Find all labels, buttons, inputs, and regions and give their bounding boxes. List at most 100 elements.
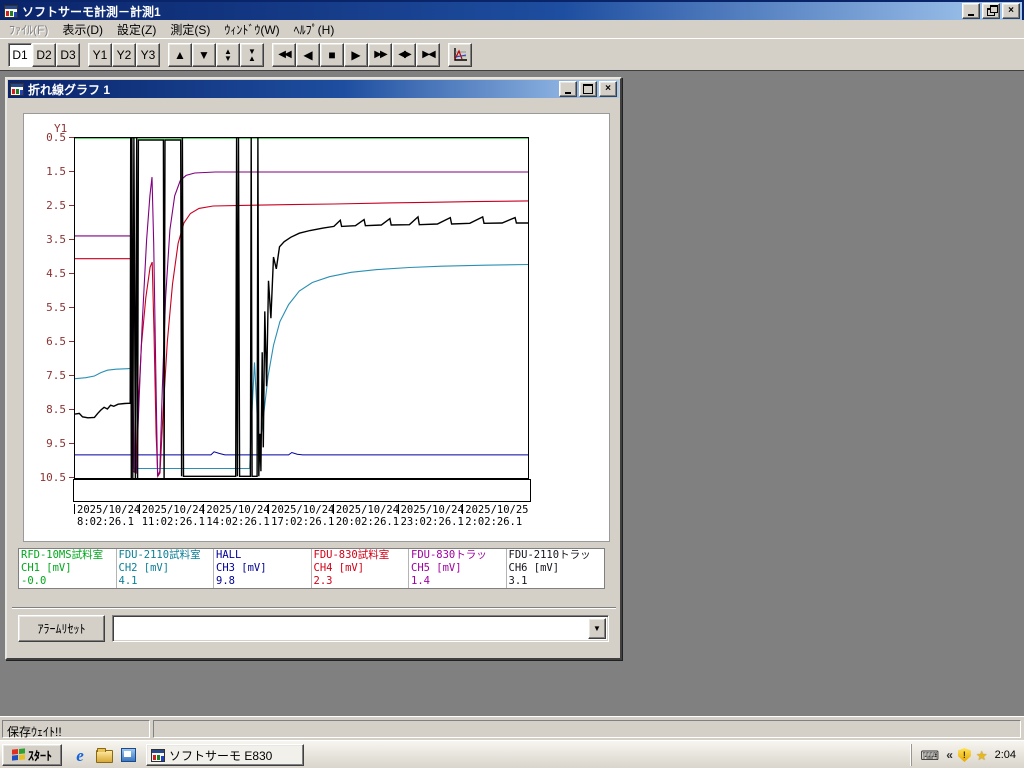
alarm-reset-button[interactable]: ｱﾗｰﾑﾘｾｯﾄ <box>18 615 105 642</box>
chart-window-client: Y1 0.5 1.5 2.5 3.5 4.5 5.5 6.5 7.5 8.5 9.5 10.5 20… <box>8 99 619 658</box>
y-tick-label-7.5: 7.5 <box>46 369 66 382</box>
folder-icon <box>95 748 113 763</box>
y-tick-label-4.5: 4.5 <box>46 267 66 280</box>
taskbar-app-button[interactable]: ソフトサーモ E830 <box>146 744 304 766</box>
y-tick-label-0.5: 0.5 <box>46 131 66 144</box>
x-tick-mark <box>397 504 399 514</box>
step-back-button[interactable]: ◀ <box>296 42 320 67</box>
x-tick-date: 2025/10/25 <box>465 504 529 516</box>
fast-forward-button[interactable]: ▶▶ <box>368 42 392 67</box>
legend-val: 3.1 <box>508 575 528 587</box>
y-tick-label-2.5: 2.5 <box>46 199 66 212</box>
menu-view[interactable]: 表示(D) <box>55 20 110 39</box>
chart-maximize-button[interactable] <box>579 81 597 97</box>
quicklaunch-desktop-button[interactable] <box>118 745 138 765</box>
x-tick-date: 2025/10/24 <box>141 504 205 516</box>
legend-ch: CH4 [mV] <box>313 562 365 574</box>
system-tray: ⌨ « ! ★ 2:04 <box>911 744 1022 766</box>
legend-name: FDU-2110試料室 <box>118 549 201 561</box>
quicklaunch-ie-button[interactable]: e <box>70 745 90 765</box>
minimize-icon <box>968 13 974 16</box>
chart-window-icon <box>10 82 24 96</box>
taskbar-clock: 2:04 <box>994 749 1016 761</box>
quicklaunch-folder-button[interactable] <box>94 745 114 765</box>
expand-vertical-button[interactable]: ▲ ▼ <box>216 42 240 67</box>
compress-horizontal-button[interactable]: ▶◀ <box>416 42 440 67</box>
y-tick-label-5.5: 5.5 <box>46 301 66 314</box>
start-button[interactable]: ｽﾀｰﾄ <box>2 744 62 766</box>
compress-vertical-button[interactable]: ▼ ▲ <box>240 42 264 67</box>
chart-minimize-icon <box>565 91 571 94</box>
fast-rewind-button[interactable]: ◀◀ <box>272 42 296 67</box>
x-tick-mark <box>138 504 140 514</box>
legend-ch: CH1 [mV] <box>21 562 72 574</box>
chart-window-title: 折れ線グラフ 1 <box>28 82 111 97</box>
y-tick-label-3.5: 3.5 <box>46 233 66 246</box>
expand-horizontal-button[interactable]: ◀▶ <box>392 42 416 67</box>
star-tray-icon[interactable]: ★ <box>976 749 988 762</box>
taskbar-app-label: ソフトサーモ E830 <box>169 748 273 763</box>
x-tick-mark <box>332 504 334 514</box>
security-shield-icon[interactable]: ! <box>957 748 971 762</box>
combobox-dropdown-button[interactable]: ▼ <box>588 618 606 639</box>
graph-button-group <box>448 42 472 67</box>
toolbar-y3-button[interactable]: Y3 <box>136 42 160 67</box>
scroll-up-button[interactable]: ▲ <box>168 42 192 67</box>
taskbar: ｽﾀｰﾄ e ソフトサーモ E830 ⌨ « ! ★ 2:04 <box>0 740 1024 768</box>
legend-ch: CH3 [mV] <box>216 562 267 574</box>
main-window-title: ソフトサーモ計測－計測1 <box>22 4 161 19</box>
x-tick-date: 2025/10/24 <box>400 504 464 516</box>
tray-chevron-icon[interactable]: « <box>946 748 953 762</box>
main-window-titlebar[interactable]: ソフトサーモ計測－計測1 × <box>2 2 1022 20</box>
alarm-combobox-value[interactable] <box>115 618 589 639</box>
legend-val: 2.3 <box>313 575 333 587</box>
plot-svg <box>75 138 528 478</box>
legend-val: 1.4 <box>411 575 430 587</box>
playback-button-group: ◀◀ ◀ ■ ▶ ▶▶ ◀▶ ▶◀ <box>272 42 440 67</box>
legend-channel-CH1: RFD-10MS試料室 CH1 [mV] -0.0 <box>19 549 117 588</box>
stop-button[interactable]: ■ <box>320 42 344 67</box>
fast-forward-icon: ▶▶ <box>374 48 387 60</box>
legend-name: FDU-830トラッ <box>411 549 487 561</box>
toolbar-y2-button[interactable]: Y2 <box>112 42 136 67</box>
menu-measure[interactable]: 測定(S) <box>163 20 217 39</box>
keyboard-layout-icon[interactable]: ⌨ <box>920 749 939 762</box>
menu-settings[interactable]: 設定(Z) <box>110 20 163 39</box>
step-forward-button[interactable]: ▶ <box>344 42 368 67</box>
close-button[interactable]: × <box>1002 3 1020 19</box>
legend-val: -0.0 <box>21 575 47 587</box>
chart-close-button[interactable]: × <box>599 81 617 97</box>
toolbar-d2-button[interactable]: D2 <box>32 42 56 67</box>
x-tick-time: 11:02:26.1 <box>141 516 205 528</box>
menu-file[interactable]: ﾌｧｲﾙ(F) <box>2 20 55 39</box>
chart-minimize-button[interactable] <box>559 81 577 97</box>
toolbar-d1-button[interactable]: D1 <box>8 42 32 67</box>
status-message-panel: 保存ｳｪｲﾄ!! <box>2 720 150 739</box>
scroll-down-button[interactable]: ▼ <box>192 42 216 67</box>
menu-help[interactable]: ﾍﾙﾌﾟ(H) <box>287 20 342 39</box>
y-tick-label-1.5: 1.5 <box>46 165 66 178</box>
alarm-combobox[interactable]: ▼ <box>112 615 609 642</box>
y-tick-label-8.5: 8.5 <box>46 403 66 416</box>
graph-setup-button[interactable] <box>448 42 472 67</box>
x-tick-mark <box>462 504 464 514</box>
y-tick-label-6.5: 6.5 <box>46 335 66 348</box>
windows-logo-icon <box>11 748 25 761</box>
toolbar-y1-button[interactable]: Y1 <box>88 42 112 67</box>
restore-button[interactable] <box>982 3 1000 19</box>
x-tick-date: 2025/10/24 <box>335 504 400 516</box>
x-tick-time: 20:02:26.1 <box>335 516 400 528</box>
x-tick-time: 17:02:26.1 <box>271 516 335 528</box>
x-tick-date: 2025/10/24 <box>206 504 270 516</box>
series-CH3 <box>75 451 528 456</box>
legend-channel-CH5: FDU-830トラッ CH5 [mV] 1.4 <box>409 549 507 588</box>
toolbar-d3-button[interactable]: D3 <box>56 42 80 67</box>
legend-channel-CH2: FDU-2110試料室 CH2 [mV] 4.1 <box>117 549 214 588</box>
menu-window[interactable]: ｳｨﾝﾄﾞｳ(W) <box>217 20 286 39</box>
legend-name: HALL <box>216 549 242 561</box>
chart-window-titlebar[interactable]: 折れ線グラフ 1 × <box>8 80 619 98</box>
legend-name: RFD-10MS試料室 <box>21 549 104 561</box>
x-tick-time: 2:02:26.1 <box>465 516 523 528</box>
minimize-button[interactable] <box>962 3 980 19</box>
x-tick-time: 23:02:26.1 <box>400 516 464 528</box>
